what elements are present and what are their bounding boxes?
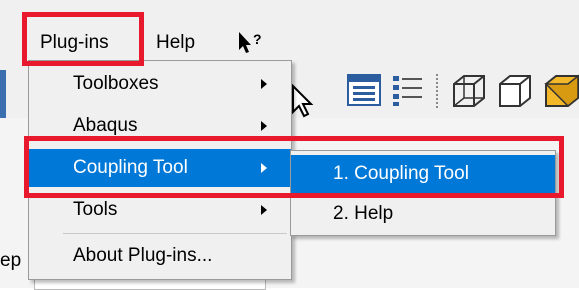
menu-item-label: Tools (73, 199, 118, 220)
menu-item-tools[interactable]: Tools (29, 191, 291, 229)
menu-item-label: Coupling Tool (73, 157, 188, 178)
table-window-icon[interactable] (346, 72, 382, 108)
partial-label: ep (0, 250, 22, 271)
coupling-tool-submenu: 1. Coupling Tool 2. Help (290, 150, 556, 236)
menu-separator (63, 233, 287, 234)
submenu-item-help[interactable]: 2. Help (291, 195, 555, 233)
submenu-arrow-icon (261, 79, 267, 89)
menubar: Plug-ins Help ? (0, 0, 579, 62)
whats-this-cursor-icon[interactable]: ? (236, 30, 268, 58)
menu-item-label: Toolboxes (73, 73, 159, 94)
menu-plugins[interactable]: Plug-ins (34, 26, 115, 60)
submenu-item-label: 1. Coupling Tool (333, 163, 469, 184)
toolbar-left-edge (0, 70, 6, 118)
outline-cube-icon[interactable] (496, 72, 534, 110)
submenu-arrow-icon (261, 121, 267, 131)
pointer-arrow-icon[interactable] (290, 83, 318, 118)
menu-item-toolboxes[interactable]: Toolboxes (29, 65, 291, 103)
menu-item-about-plugins[interactable]: About Plug-ins... (29, 237, 291, 275)
menu-help-label: Help (156, 32, 196, 53)
menu-item-label: About Plug-ins... (73, 245, 213, 266)
menu-item-abaqus[interactable]: Abaqus (29, 107, 291, 145)
svg-text:?: ? (253, 31, 262, 47)
menu-help[interactable]: Help (150, 26, 201, 60)
menu-item-coupling-tool[interactable]: Coupling Tool (29, 149, 291, 187)
plugins-menu: Toolboxes Abaqus Coupling Tool Tools Abo… (28, 60, 292, 280)
list-icon[interactable] (390, 72, 426, 108)
shaded-cube-icon[interactable] (542, 72, 579, 110)
wireframe-cube-icon[interactable] (450, 72, 488, 110)
menu-item-label: Abaqus (73, 115, 138, 136)
submenu-item-coupling-tool[interactable]: 1. Coupling Tool (291, 155, 555, 193)
toolbar-separator (436, 74, 440, 108)
submenu-arrow-icon (261, 205, 267, 215)
menu-plugins-label: Plug-ins (40, 32, 109, 53)
submenu-arrow-icon (261, 163, 267, 173)
submenu-item-label: 2. Help (333, 203, 394, 224)
